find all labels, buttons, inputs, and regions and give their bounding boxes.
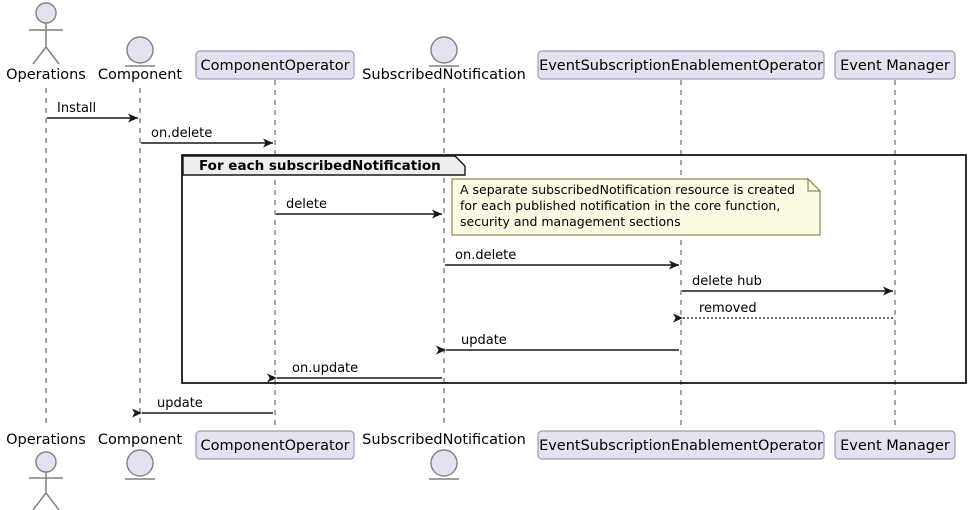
entity-circle-icon xyxy=(430,36,458,64)
message-install: Install xyxy=(47,101,138,123)
participant-heads-bottom: Operations Component ComponentOperator S… xyxy=(6,430,956,510)
participant-label-operations: Operations xyxy=(6,67,86,83)
message-update-to-subscribed: update xyxy=(436,333,679,355)
participant-event-manager-bottom[interactable]: Event Manager xyxy=(834,430,956,460)
participant-component-top[interactable]: Component xyxy=(98,36,182,83)
actor-leg-left-icon xyxy=(32,46,47,65)
message-update-to-component: update xyxy=(132,396,273,418)
message-delete: delete xyxy=(276,197,442,219)
participant-heads-top: Operations Component ComponentOperator S… xyxy=(6,2,956,83)
message-delete-hub: delete hub xyxy=(682,274,893,296)
actor-leg-right-icon xyxy=(45,46,60,65)
participant-label-esxo-bottom: EventSubscriptionEnablementOperator xyxy=(539,438,823,454)
uml-sequence-diagram: For each subscribedNotification A separa… xyxy=(0,0,970,510)
actor-head-icon xyxy=(35,2,57,24)
message-on-update: on.update xyxy=(267,361,442,383)
note-line-3: security and management sections xyxy=(460,214,681,229)
actor-leg-right-icon xyxy=(45,492,60,510)
message-label-delete-hub: delete hub xyxy=(692,274,762,289)
participant-label-component-operator-bottom: ComponentOperator xyxy=(200,438,349,454)
messages: Install on.delete delete on.delete delet… xyxy=(47,101,893,418)
message-label-removed: removed xyxy=(699,301,757,316)
participant-label-event-manager-bottom: Event Manager xyxy=(840,438,950,454)
participant-label-component-operator: ComponentOperator xyxy=(200,58,349,74)
message-label-update-2: update xyxy=(157,396,203,411)
actor-head-icon xyxy=(35,451,57,473)
participant-event-subscription-enablement-operator-top[interactable]: EventSubscriptionEnablementOperator xyxy=(537,50,825,80)
message-label-on-update: on.update xyxy=(292,361,358,376)
participant-subscribed-notification-top[interactable]: SubscribedNotification xyxy=(362,36,526,83)
note-line-1: A separate subscribedNotification resour… xyxy=(460,182,795,197)
message-on-delete-subscribed: on.delete xyxy=(445,248,679,270)
message-label-delete: delete xyxy=(286,197,327,212)
note-fold-corner xyxy=(807,177,822,192)
message-label-install: Install xyxy=(57,101,96,116)
participant-label-event-manager: Event Manager xyxy=(840,58,950,74)
participant-component-operator-top[interactable]: ComponentOperator xyxy=(195,50,355,80)
participant-event-manager-top[interactable]: Event Manager xyxy=(834,50,956,80)
message-label-on-delete-2: on.delete xyxy=(455,248,516,263)
participant-label-subscribed-notification: SubscribedNotification xyxy=(362,67,526,83)
message-removed: removed xyxy=(673,301,893,323)
participant-component-operator-bottom[interactable]: ComponentOperator xyxy=(195,430,355,460)
message-label-update: update xyxy=(461,333,507,348)
note: A separate subscribedNotification resour… xyxy=(451,177,822,236)
message-on-delete-component: on.delete xyxy=(141,126,273,148)
note-line-2: for each published notification in the c… xyxy=(460,198,780,213)
entity-circle-icon xyxy=(126,449,154,477)
loop-label: For each subscribedNotification xyxy=(199,158,441,174)
participant-label-esxo: EventSubscriptionEnablementOperator xyxy=(539,58,823,74)
participant-label-component: Component xyxy=(98,67,182,83)
participant-label-operations-bottom: Operations xyxy=(6,432,86,448)
participant-event-subscription-enablement-operator-bottom[interactable]: EventSubscriptionEnablementOperator xyxy=(537,430,825,460)
participant-label-component-bottom: Component xyxy=(98,432,182,448)
message-label-on-delete: on.delete xyxy=(151,126,212,141)
actor-leg-left-icon xyxy=(32,492,47,510)
entity-circle-icon xyxy=(126,36,154,64)
entity-circle-icon xyxy=(430,449,458,477)
participant-operations-top[interactable]: Operations xyxy=(6,2,86,83)
participant-component-bottom[interactable]: Component xyxy=(98,432,182,480)
diagram-canvas: For each subscribedNotification A separa… xyxy=(6,2,967,510)
participant-operations-bottom[interactable]: Operations xyxy=(6,432,86,510)
participant-label-subscribed-notification-bottom: SubscribedNotification xyxy=(362,432,526,448)
participant-subscribed-notification-bottom[interactable]: SubscribedNotification xyxy=(362,432,526,480)
